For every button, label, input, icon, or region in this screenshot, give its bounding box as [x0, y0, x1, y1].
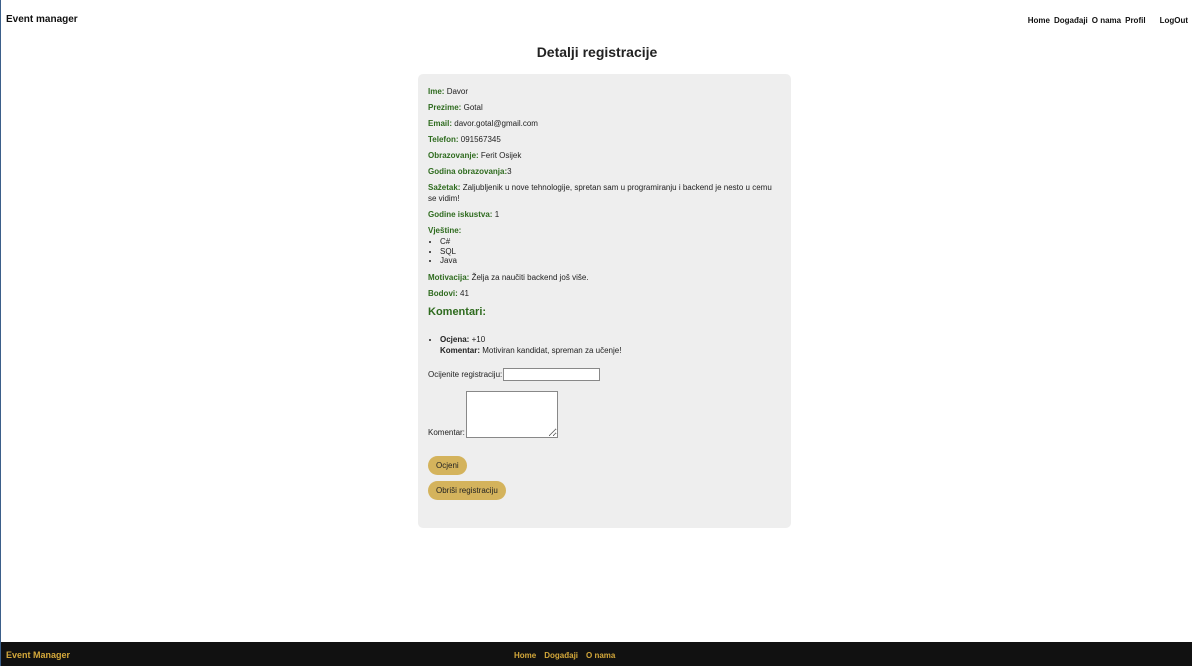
comments-list: Ocjena: +10 Komentar: Motiviran kandidat… — [428, 334, 781, 356]
comment-item: Ocjena: +10 Komentar: Motiviran kandidat… — [440, 334, 781, 356]
field-value: Zaljubljenik u nove tehnologije, spretan… — [428, 183, 772, 203]
field-motivacija: Motivacija: Želja za naučiti backend još… — [428, 272, 781, 283]
footer-brand: Event Manager — [6, 650, 71, 660]
field-prezime: Prezime: Gotal — [428, 102, 781, 113]
field-label: Obrazovanje: — [428, 151, 479, 160]
comment-form-row: Komentar: — [428, 390, 781, 438]
field-label: Ime: — [428, 87, 445, 96]
field-label: Telefon: — [428, 135, 459, 144]
field-value: Gotal — [463, 103, 483, 112]
footer: Event Manager Home Događaji O nama — [1, 642, 1192, 666]
skills-list: C# SQL Java — [428, 237, 781, 266]
nav-home[interactable]: Home — [1028, 16, 1050, 25]
footer-nav-home[interactable]: Home — [514, 651, 536, 660]
field-ime: Ime: Davor — [428, 86, 781, 97]
field-godine-iskustva: Godine iskustva: 1 — [428, 209, 781, 220]
nav-dogadaji[interactable]: Događaji — [1054, 16, 1088, 25]
field-label: Prezime: — [428, 103, 462, 112]
field-label: Vještine: — [428, 226, 462, 235]
field-value: davor.gotal@gmail.com — [454, 119, 538, 128]
comment-text-value: Motiviran kandidat, spreman za učenje! — [482, 345, 622, 355]
field-value: 3 — [507, 167, 512, 176]
field-label: Sažetak: — [428, 183, 461, 192]
list-item: SQL — [440, 247, 781, 257]
field-bodovi: Bodovi: 41 — [428, 288, 781, 299]
comment-rating-label: Ocjena: — [440, 334, 470, 344]
field-value: Ferit Osijek — [480, 151, 522, 160]
comment-label: Komentar: — [428, 427, 465, 437]
rating-input[interactable] — [503, 367, 601, 381]
field-godina-obrazovanja: Godina obrazovanja:3 — [428, 166, 781, 177]
rate-button[interactable]: Ocjeni — [428, 455, 467, 475]
nav-o-nama[interactable]: O nama — [1092, 16, 1121, 25]
field-label: Godine iskustva: — [428, 210, 493, 219]
field-label: Email: — [428, 119, 453, 128]
rating-row: Ocijenite registraciju: — [428, 367, 781, 381]
field-value: 091567345 — [460, 135, 501, 144]
footer-nav: Home Događaji O nama — [514, 651, 615, 660]
page-title: Detalji registracije — [536, 44, 658, 60]
footer-nav-dogadaji[interactable]: Događaji — [544, 651, 578, 660]
comment-textarea[interactable] — [465, 390, 558, 438]
list-item: C# — [440, 237, 781, 247]
field-value: 41 — [460, 288, 469, 298]
rating-label: Ocijenite registraciju: — [428, 369, 503, 379]
field-telefon: Telefon: 091567345 — [428, 134, 781, 145]
field-label: Motivacija: — [428, 272, 470, 282]
nav-profil[interactable]: Profil — [1125, 16, 1145, 25]
field-value: Želja za naučiti backend još više. — [471, 272, 589, 282]
registration-details-card: Ime: Davor Prezime: Gotal Email: davor.g… — [418, 74, 791, 528]
field-sazetak: Sažetak: Zaljubljenik u nove tehnologije… — [428, 182, 781, 204]
comment-rating-value: +10 — [471, 334, 486, 344]
comment-text-label: Komentar: — [440, 345, 481, 355]
footer-nav-o-nama[interactable]: O nama — [586, 651, 615, 660]
list-item: Java — [440, 256, 781, 266]
field-email: Email: davor.gotal@gmail.com — [428, 118, 781, 129]
comments-heading: Komentari: — [428, 305, 487, 318]
page: Event manager Home Događaji O nama Profi… — [0, 0, 1192, 666]
field-value: Davor — [446, 87, 469, 96]
field-vjestine: Vještine: — [428, 225, 781, 236]
brand-logo[interactable]: Event manager — [6, 14, 78, 25]
nav-logout[interactable]: LogOut — [1160, 16, 1188, 25]
field-obrazovanje: Obrazovanje: Ferit Osijek — [428, 150, 781, 161]
main-nav: Home Događaji O nama Profil LogOut — [1028, 16, 1188, 25]
delete-registration-button[interactable]: Obriši registraciju — [428, 480, 506, 500]
field-label: Godina obrazovanja: — [428, 167, 508, 176]
field-label: Bodovi: — [428, 288, 458, 298]
field-value: 1 — [494, 210, 500, 219]
top-navbar: Event manager Home Događaji O nama Profi… — [1, 0, 1192, 38]
